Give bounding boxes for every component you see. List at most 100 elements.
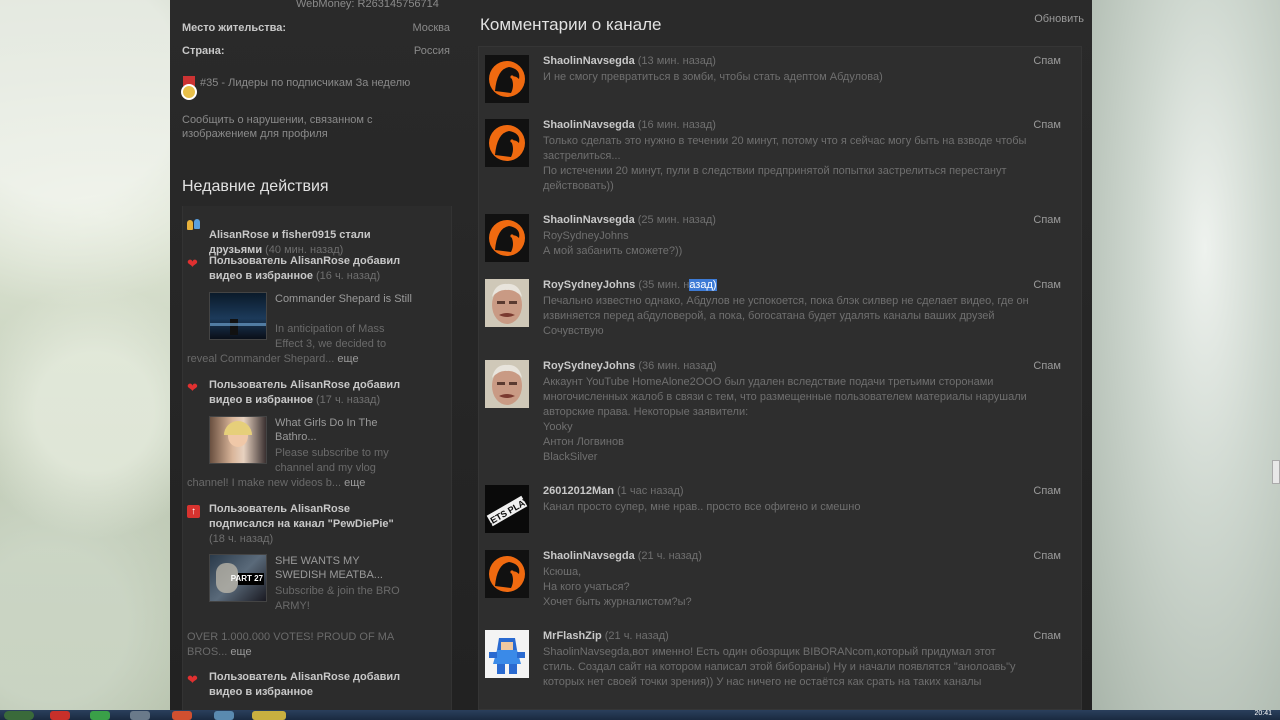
opera-taskbar-icon[interactable] xyxy=(50,711,70,720)
comment-author[interactable]: ShaolinNavsegda xyxy=(543,550,635,562)
video-title[interactable]: SHE WANTS MY SWEDISH MEATBA... xyxy=(275,554,445,582)
comment-body: Канал просто супер, мне нрав.. просто вс… xyxy=(543,500,1053,515)
comment-line: ShaolinNavsegda,вот именно! Есть один об… xyxy=(543,646,996,658)
activity-line: видео в избранное xyxy=(209,394,313,406)
comment-line: Канал просто супер, мне нрав.. просто вс… xyxy=(543,501,861,513)
rank-badge[interactable]: #35 - Лидеры по подписчикам За неделю xyxy=(180,76,450,102)
spam-button[interactable]: Спам xyxy=(1033,119,1061,131)
rank-link[interactable]: #35 - Лидеры по подписчикам За неделю xyxy=(200,76,410,89)
start-button[interactable] xyxy=(4,711,34,720)
avatar[interactable] xyxy=(485,279,529,327)
comment-header: ShaolinNavsegda (13 мин. назад) xyxy=(543,55,716,67)
more-link[interactable]: еще xyxy=(344,477,365,489)
heart-icon: ❤ xyxy=(187,256,198,271)
avatar[interactable] xyxy=(485,214,529,262)
comment-item: RoySydneyJohns (36 мин. назад) Спам Акка… xyxy=(485,360,1075,478)
comment-time: (35 мин. назад) xyxy=(638,279,717,291)
desc-line: channel and my vlog xyxy=(275,462,376,474)
activity-time: (17 ч. назад) xyxy=(316,394,381,406)
explorer-taskbar-icon[interactable] xyxy=(130,711,150,720)
spam-button[interactable]: Спам xyxy=(1033,485,1061,497)
comment-body: RoySydneyJohns А мой забанить сможете?)) xyxy=(543,229,1053,259)
comment-body: ShaolinNavsegda,вот именно! Есть один об… xyxy=(543,645,1053,690)
activity-line: подписался на канал xyxy=(209,518,325,530)
avatar[interactable] xyxy=(485,550,529,598)
comment-author[interactable]: RoySydneyJohns xyxy=(543,360,635,372)
video-title[interactable]: Commander Shepard is Still xyxy=(275,292,445,306)
comment-author[interactable]: MrFlashZip xyxy=(543,630,602,642)
comment-line: Сочувствую xyxy=(543,325,604,337)
comment-line: Антон Логвинов xyxy=(543,436,624,448)
selected-text: азад) xyxy=(689,279,717,291)
comment-line: извиняется перед абдуловерой, а пока, бо… xyxy=(543,310,995,322)
comment-author[interactable]: ShaolinNavsegda xyxy=(543,119,635,131)
spam-button[interactable]: Спам xyxy=(1033,360,1061,372)
info-row-country: Страна: Россия xyxy=(182,45,450,57)
comment-line: Только сделать это нужно в течении 20 ми… xyxy=(543,135,1027,147)
avatar[interactable] xyxy=(485,119,529,167)
channel-link[interactable]: PewDiePie xyxy=(333,518,389,530)
comment-line: многочисленных жалоб в связи с тем, что … xyxy=(543,391,1027,403)
thumbnail-caption: PART 27 xyxy=(230,574,263,583)
title-line: SWEDISH MEATBA... xyxy=(275,569,383,581)
activity-line: видео в избранное xyxy=(209,270,313,282)
comments-title: Комментарии о канале xyxy=(480,15,662,34)
more-link[interactable]: еще xyxy=(337,353,358,365)
recent-activity-title: Недавние действия xyxy=(182,178,329,195)
app-taskbar-icon[interactable] xyxy=(90,711,110,720)
video-thumbnail[interactable]: PART 27 xyxy=(209,554,267,602)
spam-button[interactable]: Спам xyxy=(1033,279,1061,291)
comment-author[interactable]: ShaolinNavsegda xyxy=(543,55,635,67)
comment-line: А мой забанить сможете?)) xyxy=(543,245,683,257)
taskbar-clock[interactable]: 20:41 xyxy=(1254,710,1272,717)
report-link[interactable]: Сообщить о нарушении, связанном с изобра… xyxy=(182,113,382,141)
avatar[interactable] xyxy=(485,360,529,408)
spam-button[interactable]: Спам xyxy=(1033,214,1061,226)
active-window-taskbar-button[interactable] xyxy=(252,711,286,720)
comment-author[interactable]: 26012012Man xyxy=(543,485,614,497)
comment-author[interactable]: ShaolinNavsegda xyxy=(543,214,635,226)
comment-line: Печально известно однако, Абдулов не усп… xyxy=(543,295,1029,307)
media-taskbar-icon[interactable] xyxy=(214,711,234,720)
spam-button[interactable]: Спам xyxy=(1033,630,1061,642)
more-link[interactable]: еще xyxy=(230,646,251,658)
video-thumbnail[interactable] xyxy=(209,416,267,464)
activity-text[interactable]: Пользователь AlisanRose добавил видео в … xyxy=(209,670,449,700)
desc-line: reveal Commander Shepard... xyxy=(187,353,335,365)
avatar[interactable] xyxy=(485,630,529,678)
webmoney-id: WebMoney: R263145756714 xyxy=(296,0,439,10)
activity-text[interactable]: Пользователь AlisanRose подписался на ка… xyxy=(209,502,449,547)
spam-button[interactable]: Спам xyxy=(1033,55,1061,67)
comment-body: И не смогу превратиться в зомби, чтобы с… xyxy=(543,70,1053,85)
avatar[interactable]: LETS PLAY xyxy=(485,485,529,533)
comment-time: (13 мин. назад) xyxy=(637,55,716,67)
refresh-link[interactable]: Обновить xyxy=(1034,13,1084,25)
roy-avatar-icon xyxy=(485,360,529,408)
window-scrollbar-thumb[interactable] xyxy=(1272,460,1280,484)
desc-line: Subscribe & join the BRO xyxy=(275,585,400,597)
video-thumbnail[interactable] xyxy=(209,292,267,340)
comment-line: Аккаунт YouTube HomeAlone2OOO был удален… xyxy=(543,376,994,388)
activity-item: ❤ Пользователь AlisanRose добавил видео … xyxy=(187,254,449,370)
heart-icon: ❤ xyxy=(187,672,198,687)
comment-header: ShaolinNavsegda (16 мин. назад) xyxy=(543,119,716,131)
activity-text[interactable]: Пользователь AlisanRose добавил видео в … xyxy=(209,254,449,284)
desc-line: Effect 3, we decided to xyxy=(275,338,387,350)
activity-line: Пользователь AlisanRose добавил xyxy=(209,671,401,683)
activity-text[interactable]: Пользователь AlisanRose добавил видео в … xyxy=(209,378,449,408)
spam-button[interactable]: Спам xyxy=(1033,550,1061,562)
video-description-last: OVER 1.000.000 VOTES! PROUD OF MA BROS..… xyxy=(187,630,447,660)
activity-time: (18 ч. назад) xyxy=(209,533,274,545)
report-line: Сообщить о нарушении, связанном с xyxy=(182,114,373,126)
comment-body: Только сделать это нужно в течении 20 ми… xyxy=(543,134,1053,194)
desc-line: OVER 1.000.000 VOTES! PROUD OF MA xyxy=(187,631,395,643)
activity-line: Пользователь AlisanRose добавил xyxy=(209,379,401,391)
browser-taskbar-icon[interactable] xyxy=(172,711,192,720)
avatar[interactable] xyxy=(485,55,529,103)
channel-page: WebMoney: R263145756714 Место жительства… xyxy=(170,0,1092,710)
desktop-background-right xyxy=(1092,0,1280,710)
comment-time: (36 мин. назад) xyxy=(638,360,717,372)
comment-author[interactable]: RoySydneyJohns xyxy=(543,279,635,291)
video-title[interactable]: What Girls Do In The Bathro... xyxy=(275,416,445,444)
comment-line: Хочет быть журналистом?ы? xyxy=(543,596,692,608)
